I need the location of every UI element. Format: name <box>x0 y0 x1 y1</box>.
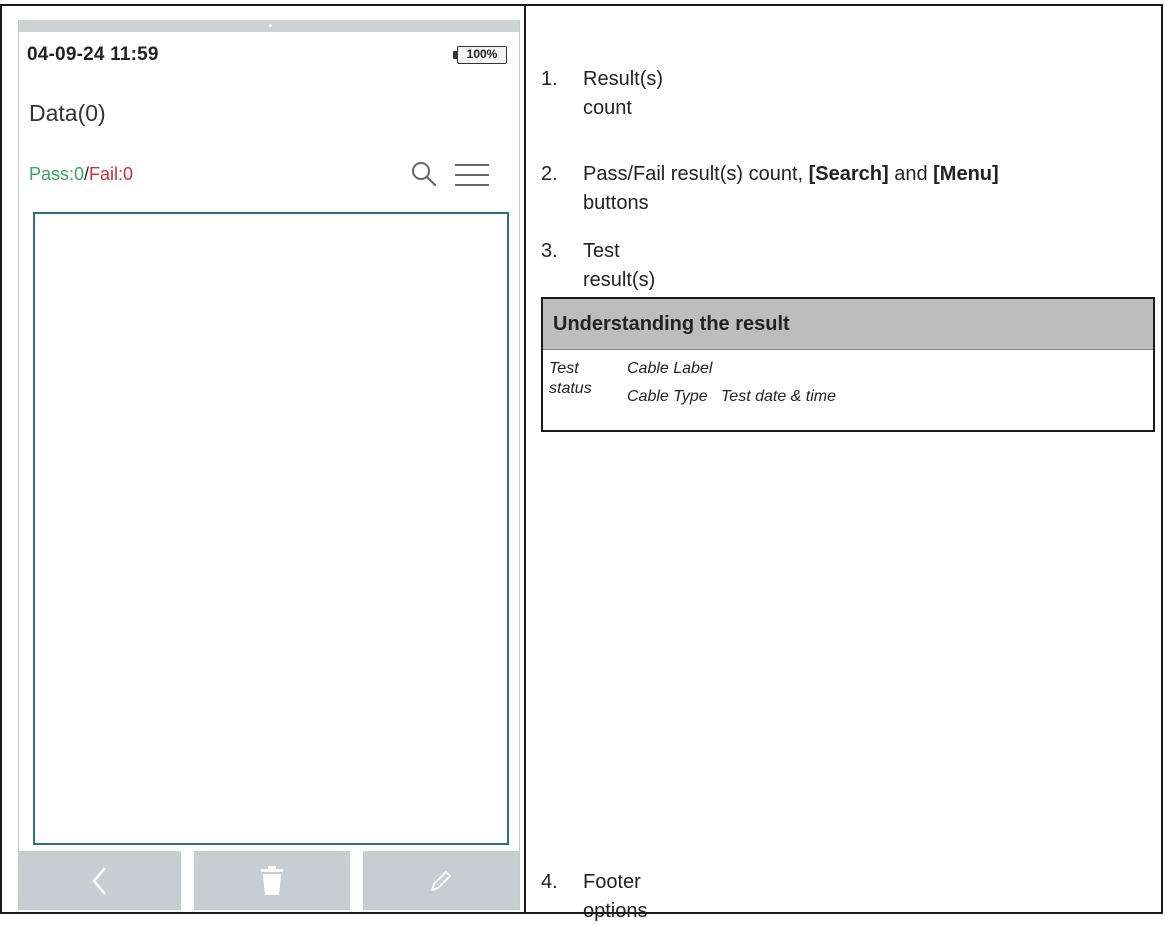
legend-test-datetime: Test date & time <box>721 388 837 405</box>
search-icon[interactable] <box>409 159 439 189</box>
legend-body: Test status Cable Label Cable Type Test … <box>543 350 1153 431</box>
item-text-part: and <box>888 163 934 185</box>
fail-count: Fail:0 <box>89 164 134 184</box>
item-text: Footer options <box>583 871 648 922</box>
pass-count: Pass:0 <box>29 164 85 184</box>
test-result-list[interactable] <box>33 212 509 845</box>
edit-button[interactable] <box>363 851 519 910</box>
battery-indicator: 100% <box>457 46 507 64</box>
legend-cable-type: Cable Type <box>627 388 708 405</box>
legend-title: Understanding the result <box>543 299 1153 350</box>
search-label: [Search] <box>808 163 889 185</box>
footer-bar <box>19 851 519 910</box>
device-screen: 04-09-24 11:59 100% Data(0) Pass:0/Fail:… <box>18 20 520 910</box>
pass-fail-count: Pass:0/Fail:0 <box>29 164 133 185</box>
trash-icon <box>261 865 283 895</box>
menu-icon[interactable] <box>453 161 491 189</box>
device-top-bar <box>19 20 519 32</box>
item-number: 4. <box>541 871 558 893</box>
item-text-part: Pass/Fail result(s) count, <box>583 163 809 185</box>
item-number: 2. <box>541 163 558 185</box>
result-legend: Understanding the result Test status Cab… <box>541 297 1155 432</box>
pull-down-handle[interactable] <box>269 24 272 27</box>
back-button[interactable] <box>19 851 181 910</box>
item-text-part: buttons <box>583 192 649 214</box>
status-time: 04-09-24 11:59 <box>27 44 159 65</box>
item-number: 3. <box>541 240 558 262</box>
delete-button[interactable] <box>194 851 350 910</box>
pencil-icon <box>431 870 451 891</box>
item-number: 1. <box>541 68 558 90</box>
legend-cable-label: Cable Label <box>627 360 713 377</box>
item-text: Result(s) count <box>583 68 664 119</box>
legend-test: Test <box>549 360 579 377</box>
column-divider <box>524 4 526 914</box>
chevron-left-icon <box>92 866 106 895</box>
page-title: Data(0) <box>29 100 106 126</box>
legend-status: status <box>549 380 592 397</box>
menu-label: [Menu] <box>933 163 999 185</box>
item-text: Pass/Fail result(s) count, [Search] and … <box>583 160 1163 218</box>
